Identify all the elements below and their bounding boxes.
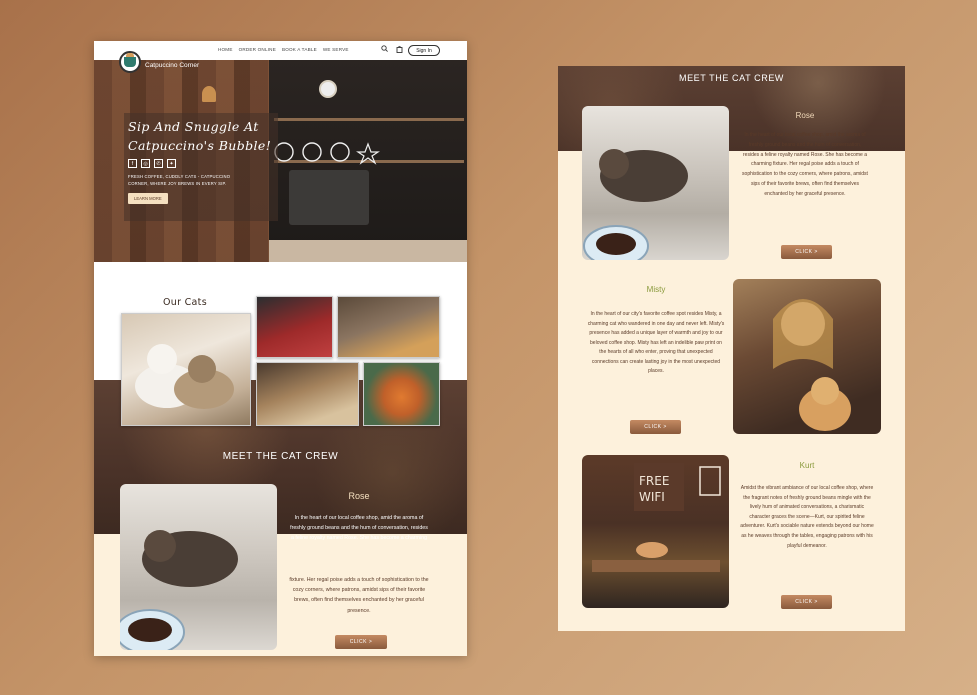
misty-click-button[interactable]: CLICK > [630, 420, 681, 434]
shelf [274, 118, 464, 121]
rose-illustration [120, 530, 238, 650]
rose-heading: Rose [795, 111, 815, 120]
hero-text-box: Sip And Snuggle At Catpuccino's Bubble! … [124, 113, 278, 221]
kurt-illustration: FREE WIFI [592, 463, 721, 572]
lamp-decor [202, 86, 216, 102]
left-page-mockup: Sip And Snuggle At Catpuccino's Bubble! … [94, 41, 467, 656]
our-cats-title: Our Cats [163, 297, 207, 308]
counter [269, 240, 467, 262]
rose-illustration [583, 149, 688, 267]
cat-photo-sleeping[interactable] [337, 296, 440, 358]
top-nav: HOME ORDER ONLINE BOOK A TABLE WE SERVE … [94, 41, 467, 60]
logo-cup-icon [124, 53, 136, 67]
hero-section: Sip And Snuggle At Catpuccino's Bubble! … [94, 60, 467, 262]
wifi-sign-free: FREE [639, 474, 669, 488]
misty-heading: Misty [646, 285, 666, 294]
wifi-sign-wifi: WIFI [639, 490, 665, 504]
hero-text: FRESH COFFEE, CUDDLY CATS - CATPUCCINO C… [128, 174, 231, 186]
nav-links: HOME ORDER ONLINE BOOK A TABLE WE SERVE [218, 47, 349, 52]
social-icons: f ◎ ✆ ✦ [128, 159, 274, 168]
rose-click-button[interactable]: CLICK > [781, 245, 832, 259]
nav-link-order-online[interactable]: ORDER ONLINE [239, 47, 276, 52]
kurt-photo[interactable]: FREE WIFI [582, 455, 729, 608]
meet-crew-title: MEET THE CAT CREW [678, 73, 785, 83]
kurt-heading: Kurt [799, 461, 815, 470]
right-page-mockup: MEET THE CAT CREW Rose In the heart of o… [558, 66, 905, 631]
rose-description: In the heart of our local coffee shop, a… [742, 132, 868, 197]
nav-link-book-table[interactable]: BOOK A TABLE [282, 47, 317, 52]
cat-photo-pair[interactable] [121, 313, 251, 426]
cat-photo-red-blanket[interactable] [256, 296, 333, 358]
cart-icon[interactable] [396, 45, 403, 53]
misty-illustration [773, 299, 851, 431]
instagram-icon[interactable]: ◎ [141, 159, 150, 168]
clock-decor [319, 80, 337, 98]
facebook-icon[interactable]: f [128, 159, 137, 168]
misty-photo[interactable] [733, 279, 881, 434]
latte-art-icons [274, 142, 380, 165]
rose-description-upper: In the heart of our local coffee shop, a… [290, 515, 428, 542]
rose-heading: Rose [348, 491, 370, 501]
cat-photo-orange-kitten[interactable] [363, 362, 440, 426]
search-icon[interactable] [381, 45, 388, 52]
coffee-machine [289, 170, 369, 225]
nav-link-home[interactable]: HOME [218, 47, 233, 52]
twitter-icon[interactable]: ✦ [167, 159, 176, 168]
kurt-click-button[interactable]: CLICK > [781, 595, 832, 609]
learn-more-button[interactable]: LEARN MORE [128, 193, 168, 204]
nav-icons [381, 45, 403, 53]
kurt-description: Amidst the vibrant ambiance of our local… [740, 485, 874, 549]
nav-link-we-serve[interactable]: WE SERVE [323, 47, 349, 52]
hero-title-line1: Sip And Snuggle At [128, 119, 259, 134]
whatsapp-icon[interactable]: ✆ [154, 159, 163, 168]
rose-photo[interactable] [582, 106, 729, 267]
rose-photo[interactable] [120, 484, 277, 650]
rose-description-lower: fixture. Her regal poise adds a touch of… [289, 577, 429, 614]
cat-photo-rolling[interactable] [256, 362, 359, 426]
sign-in-button[interactable]: Sign In [408, 45, 440, 56]
cats-illustration [135, 344, 234, 409]
brand-name: Catpuccino Corner [145, 62, 200, 69]
logo[interactable] [119, 51, 141, 73]
misty-description: In the heart of our city's favorite coff… [587, 311, 725, 374]
hero-title-line2: Catpuccino's Bubble! [128, 138, 272, 153]
meet-crew-title: MEET THE CAT CREW [222, 451, 339, 462]
rose-click-button[interactable]: CLICK > [335, 635, 387, 649]
